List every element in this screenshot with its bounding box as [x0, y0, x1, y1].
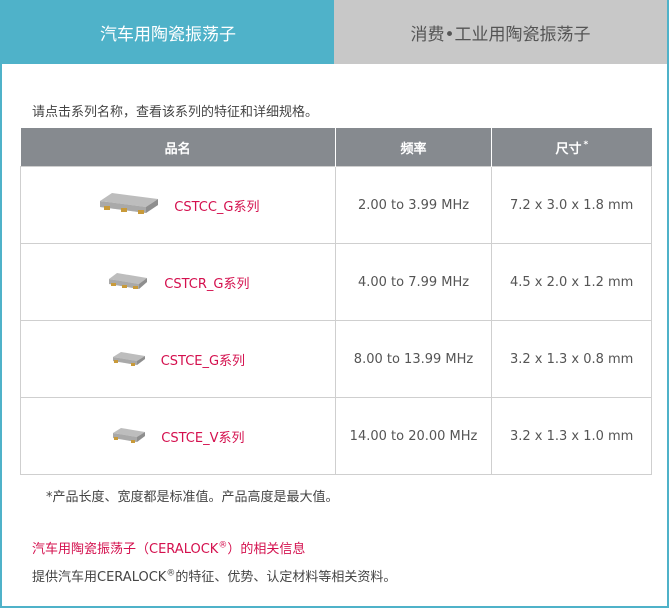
freq-cell: 4.00 to 7.99 MHz — [334, 243, 493, 321]
series-link-cstcr-g[interactable]: CSTCR_G系列 — [164, 273, 249, 292]
related-info-link[interactable]: 汽车用陶瓷振荡子（CERALOCK®）的相关信息 — [32, 538, 305, 557]
name-cell: CSTCR_G系列 — [20, 243, 336, 321]
tab-consumer-industrial[interactable]: 消费•工业用陶瓷振荡子 — [334, 0, 667, 64]
tab-automotive[interactable]: 汽车用陶瓷振荡子 — [2, 0, 334, 64]
freq-cell: 14.00 to 20.00 MHz — [334, 397, 493, 475]
related-info-description: 提供汽车用CERALOCK®的特征、优势、认定材料等相关资料。 — [32, 568, 397, 585]
name-cell: CSTCE_G系列 — [20, 320, 336, 398]
ceramic-resonator-chip-image[interactable] — [111, 349, 147, 369]
table-header-row: 品名 频率 尺寸 * — [20, 128, 652, 167]
category-tabs: 汽车用陶瓷振荡子 消费•工业用陶瓷振荡子 — [2, 0, 667, 64]
ceramic-resonator-chip-image[interactable] — [111, 425, 147, 447]
table-row: CSTCE_V系列 14.00 to 20.00 MHz 3.2 x 1.3 x… — [20, 397, 652, 475]
size-cell: 4.5 x 2.0 x 1.2 mm — [491, 243, 652, 321]
series-link-cstce-v[interactable]: CSTCE_V系列 — [161, 427, 244, 446]
table-row: CSTCR_G系列 4.00 to 7.99 MHz 4.5 x 2.0 x 1… — [20, 243, 652, 321]
freq-cell: 8.00 to 13.99 MHz — [334, 320, 493, 398]
table-row: CSTCE_G系列 8.00 to 13.99 MHz 3.2 x 1.3 x … — [20, 320, 652, 398]
registered-mark: ® — [166, 568, 176, 579]
header-size: 尺寸 * — [491, 128, 652, 167]
series-link-cstcc-g[interactable]: CSTCC_G系列 — [174, 196, 259, 215]
intro-text: 请点击系列名称，查看该系列的特征和详细规格。 — [32, 105, 319, 120]
size-cell: 7.2 x 3.0 x 1.8 mm — [491, 166, 652, 244]
spec-table: 品名 频率 尺寸 * CSTCC_G系列 2.00 to 3.99 MHz 7.… — [20, 128, 652, 475]
product-panel: 汽车用陶瓷振荡子 消费•工业用陶瓷振荡子 请点击系列名称，查看该系列的特征和详细… — [0, 0, 669, 608]
freq-cell: 2.00 to 3.99 MHz — [334, 166, 493, 244]
size-cell: 3.2 x 1.3 x 1.0 mm — [491, 397, 652, 475]
size-footnote-mark: * — [583, 140, 589, 151]
header-name: 品名 — [20, 128, 336, 167]
name-cell: CSTCE_V系列 — [20, 397, 336, 475]
ceramic-resonator-chip-image[interactable] — [96, 191, 160, 219]
registered-mark: ® — [218, 540, 228, 551]
header-freq: 频率 — [335, 128, 493, 167]
ceramic-resonator-chip-image[interactable] — [106, 270, 150, 294]
series-link-cstce-g[interactable]: CSTCE_G系列 — [161, 350, 245, 369]
size-cell: 3.2 x 1.3 x 0.8 mm — [491, 320, 652, 398]
footnote-text: *产品长度、宽度都是标准值。产品高度是最大值。 — [46, 490, 339, 505]
table-row: CSTCC_G系列 2.00 to 3.99 MHz 7.2 x 3.0 x 1… — [20, 166, 652, 244]
name-cell: CSTCC_G系列 — [20, 166, 336, 244]
